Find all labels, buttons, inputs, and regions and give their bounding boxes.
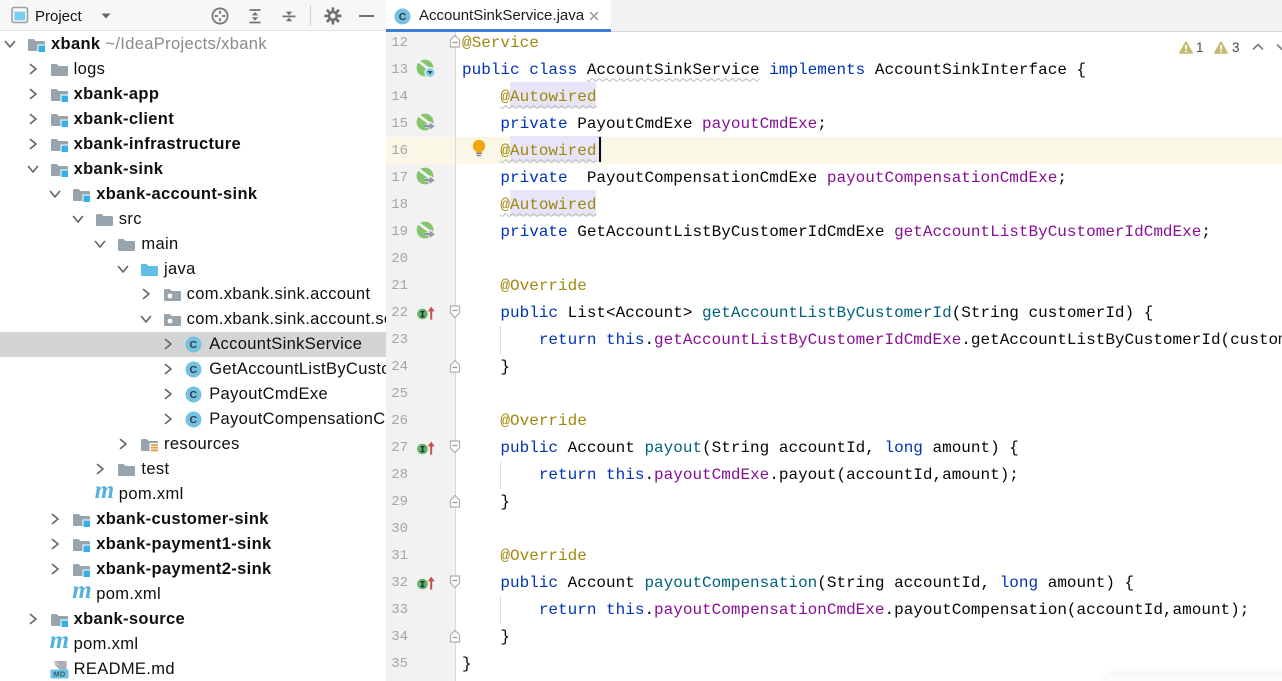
svg-text:C: C [399,11,407,23]
svg-text:C: C [190,414,198,426]
svg-text:MD: MD [53,670,66,679]
svg-text:C: C [190,389,198,401]
svg-text:C: C [190,364,198,376]
svg-text:C: C [190,339,198,351]
